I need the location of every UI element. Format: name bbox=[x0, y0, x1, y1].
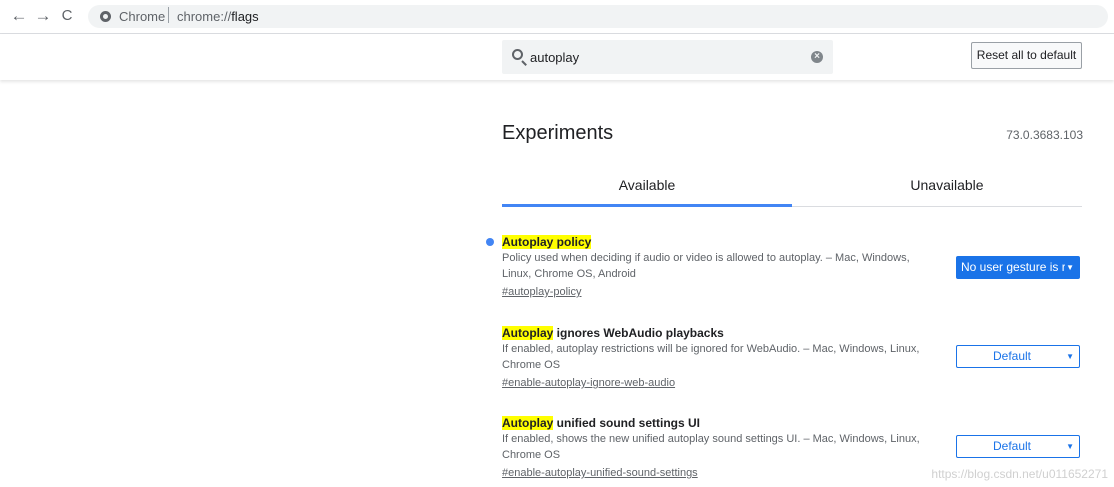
experiment-permalink[interactable]: #autoplay-policy bbox=[502, 284, 582, 300]
address-bar[interactable]: Chrome chrome://flags bbox=[88, 5, 1108, 28]
clear-search-icon[interactable]: × bbox=[811, 51, 823, 63]
chrome-site-icon bbox=[100, 11, 111, 22]
search-highlight: Autoplay bbox=[502, 416, 554, 430]
dropdown-arrow-icon: ▼ bbox=[1066, 352, 1074, 361]
version-label: 73.0.3683.103 bbox=[1006, 128, 1083, 142]
select-value: Default bbox=[992, 349, 1032, 363]
watermark-text: https://blog.csdn.net/u011652271 bbox=[931, 467, 1108, 481]
experiment-title: Autoplay ignores WebAudio playbacks bbox=[502, 325, 1082, 341]
address-bar-separator bbox=[168, 7, 169, 23]
tab-available[interactable]: Available bbox=[502, 166, 792, 204]
experiment-autoplay-ignore-web-audio: Autoplay ignores WebAudio playbacks If e… bbox=[502, 325, 1082, 391]
experiment-title-rest: ignores WebAudio playbacks bbox=[553, 326, 724, 340]
address-bar-origin: Chrome bbox=[119, 9, 166, 24]
experiment-description: If enabled, shows the new unified autopl… bbox=[502, 433, 920, 461]
search-highlight: Autoplay bbox=[502, 326, 554, 340]
dropdown-arrow-icon: ▼ bbox=[1066, 263, 1074, 272]
address-bar-url-scheme: chrome:// bbox=[177, 9, 232, 24]
experiment-description: Policy used when deciding if audio or vi… bbox=[502, 252, 910, 280]
address-bar-url-path: flags bbox=[231, 9, 259, 24]
address-bar-url: chrome://flags bbox=[177, 9, 259, 24]
reload-icon[interactable]: C bbox=[58, 6, 76, 26]
search-box[interactable]: × bbox=[502, 40, 833, 74]
experiment-autoplay-policy: Autoplay policy Policy used when decidin… bbox=[486, 234, 1082, 300]
experiment-title-rest: unified sound settings UI bbox=[553, 416, 701, 430]
experiment-permalink[interactable]: #enable-autoplay-unified-sound-settings bbox=[502, 465, 698, 481]
experiment-select[interactable]: Default ▼ bbox=[956, 345, 1080, 368]
modified-indicator-dot bbox=[486, 238, 494, 246]
experiment-permalink[interactable]: #enable-autoplay-ignore-web-audio bbox=[502, 375, 675, 391]
experiment-select[interactable]: No user gesture is required ▼ bbox=[956, 256, 1080, 279]
tab-bar: Available Unavailable bbox=[502, 166, 1082, 207]
search-input[interactable] bbox=[530, 48, 800, 66]
reset-all-button[interactable]: Reset all to default bbox=[971, 42, 1082, 69]
flags-header: × Reset all to default bbox=[0, 34, 1114, 80]
experiment-title: Autoplay policy bbox=[502, 234, 1082, 250]
back-arrow-icon[interactable]: ← bbox=[10, 6, 28, 26]
tab-unavailable[interactable]: Unavailable bbox=[812, 166, 1082, 204]
page-title: Experiments bbox=[502, 122, 614, 144]
active-tab-indicator bbox=[502, 204, 792, 207]
search-icon bbox=[512, 49, 523, 60]
dropdown-arrow-icon: ▼ bbox=[1066, 442, 1074, 451]
search-highlight: Autoplay policy bbox=[502, 235, 592, 249]
experiment-select[interactable]: Default ▼ bbox=[956, 435, 1080, 458]
select-value: No user gesture is required bbox=[961, 260, 1065, 274]
forward-arrow-icon[interactable]: → bbox=[34, 6, 52, 26]
browser-toolbar: ← → C Chrome chrome://flags bbox=[0, 0, 1114, 34]
experiment-description: If enabled, autoplay restrictions will b… bbox=[502, 343, 920, 371]
select-value: Default bbox=[992, 439, 1032, 453]
experiment-title: Autoplay unified sound settings UI bbox=[502, 415, 1082, 431]
